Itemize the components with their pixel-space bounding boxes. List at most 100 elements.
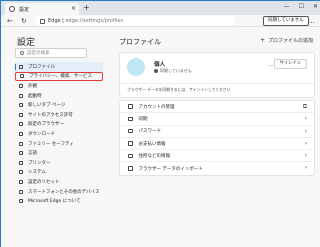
phone-icon xyxy=(19,189,23,194)
sync-status-button[interactable]: 同期していません xyxy=(263,16,309,26)
sidebar-item-privacy[interactable]: プライバシー、検索、サービス xyxy=(15,71,103,82)
key-icon xyxy=(128,128,133,134)
sidebar-item-label: Microsoft Edge について xyxy=(28,199,81,205)
sidebar-item-label: 既定のブラウザー xyxy=(28,122,64,128)
sidebar-item-site-permissions[interactable]: サイトのアクセス許可 xyxy=(15,110,103,120)
address-text: Edge | edge://settings/profiles xyxy=(48,18,123,24)
sidebar-item-printers[interactable]: プリンター xyxy=(15,158,103,168)
import-icon xyxy=(128,166,133,171)
sidebar-item-system[interactable]: システム xyxy=(15,168,103,178)
settings-main: プロファイル + プロファイルの追加 個人 同期していません … サインイン ブラ… xyxy=(105,27,320,247)
site-permissions-icon xyxy=(19,112,23,117)
card-icon xyxy=(128,141,133,146)
row-payment-info[interactable]: お支払い情報 › xyxy=(120,138,314,151)
sidebar-item-label: ダウンロード xyxy=(28,131,55,137)
sidebar-item-label: 新しいタブ ページ xyxy=(28,103,66,109)
sidebar-item-downloads[interactable]: ダウンロード xyxy=(15,129,103,139)
sidebar-item-label: スマートフォンとその他のデバイス xyxy=(28,189,100,195)
row-label: お支払い情報 xyxy=(138,141,166,147)
avatar xyxy=(127,58,145,76)
sidebar-item-reset[interactable]: 設定のリセット xyxy=(15,177,103,187)
row-label: ブラウザー データのインポート xyxy=(138,166,203,172)
profile-status: 同期していません xyxy=(154,68,192,74)
not-synced-icon xyxy=(154,69,158,73)
sign-in-button[interactable]: サインイン xyxy=(273,59,307,69)
profile-status-text: 同期していません xyxy=(160,68,192,73)
reset-icon xyxy=(19,179,23,184)
language-icon xyxy=(19,151,23,156)
sync-note: ブラウザー データを同期するには、サインインしてください xyxy=(127,87,231,92)
sidebar-nav: プロファイル プライバシー、検索、サービス 外観 起動時 新しいタブ ページ サ… xyxy=(15,62,103,206)
sidebar-item-label: プロファイル xyxy=(28,64,55,70)
sidebar-item-label: サイトのアクセス許可 xyxy=(28,112,73,118)
lock-icon xyxy=(20,74,24,79)
sidebar-item-profiles[interactable]: プロファイル xyxy=(15,62,103,72)
row-import-data[interactable]: ブラウザー データのインポート › xyxy=(120,162,314,174)
sidebar-item-about[interactable]: Microsoft Edge について xyxy=(15,196,103,206)
row-sync[interactable]: 同期 › xyxy=(120,113,314,126)
sidebar-item-label: システム xyxy=(28,170,46,176)
gear-icon xyxy=(9,6,15,12)
url-path: edge://settings/profiles xyxy=(65,18,124,24)
profile-settings-list: アカウントの管理 ⧉ 同期 › パスワード › お支払い情報 › 住所などの情報 › ブラ… xyxy=(119,100,315,176)
person-icon xyxy=(19,64,23,69)
settings-sidebar: 設定 設定の検索 プロファイル プライバシー、検索、サービス 外観 起動時 新し… xyxy=(1,27,105,247)
sidebar-item-family-safety[interactable]: ファミリー セーフティ xyxy=(15,139,103,149)
new-tab-icon xyxy=(19,103,23,108)
system-icon xyxy=(19,170,23,175)
account-icon xyxy=(128,104,133,109)
tab-strip: 設定 × + — ☐ ✕ xyxy=(1,1,320,15)
chevron-right-icon: › xyxy=(304,139,307,147)
address-toolbar: ← ↻ Edge | edge://settings/profiles 同期して… xyxy=(1,15,320,27)
sidebar-item-new-tab[interactable]: 新しいタブ ページ xyxy=(15,100,103,110)
row-label: アカウントの管理 xyxy=(138,104,175,110)
new-tab-button[interactable]: + xyxy=(83,3,90,13)
row-label: 同期 xyxy=(138,116,148,122)
sidebar-item-default-browser[interactable]: 既定のブラウザー xyxy=(15,120,103,130)
download-icon xyxy=(19,131,23,136)
row-addresses[interactable]: 住所などの情報 › xyxy=(120,150,314,163)
profile-card: 個人 同期していません … サインイン ブラウザー データを同期するには、サイン… xyxy=(119,52,315,98)
address-icon xyxy=(128,153,133,159)
browser-window: 設定 × + — ☐ ✕ ← ↻ Edge | edge://settings/… xyxy=(0,0,320,247)
add-profile-button[interactable]: + プロファイルの追加 xyxy=(260,37,313,44)
appearance-icon xyxy=(19,83,23,88)
profile-more-button[interactable]: … xyxy=(268,62,273,68)
edge-icon xyxy=(40,18,45,24)
tab-settings[interactable]: 設定 × xyxy=(5,3,79,15)
divider xyxy=(120,83,314,84)
sidebar-item-appearance[interactable]: 外観 xyxy=(15,81,103,91)
chevron-right-icon: › xyxy=(304,127,307,135)
sidebar-title: 設定 xyxy=(17,38,36,48)
more-menu-button[interactable]: … xyxy=(308,16,315,26)
row-label: パスワード xyxy=(138,129,162,135)
search-input[interactable]: 設定の検索 xyxy=(15,48,87,58)
maximize-button[interactable]: ☐ xyxy=(299,3,304,10)
search-placeholder: 設定の検索 xyxy=(27,51,50,56)
back-button[interactable]: ← xyxy=(7,16,13,26)
external-link-icon: ⧉ xyxy=(302,103,307,110)
sidebar-item-languages[interactable]: 言語 xyxy=(15,148,103,158)
minimize-button[interactable]: — xyxy=(284,3,290,10)
chevron-right-icon: › xyxy=(304,164,307,172)
sidebar-item-label: 設定のリセット xyxy=(28,179,60,185)
refresh-button[interactable]: ↻ xyxy=(21,16,27,26)
plus-icon: + xyxy=(259,37,265,44)
sidebar-item-on-startup[interactable]: 起動時 xyxy=(15,91,103,101)
edge-icon xyxy=(19,199,23,204)
url-prefix: Edge | xyxy=(48,18,66,24)
address-bar[interactable]: Edge | edge://settings/profiles xyxy=(35,16,235,26)
row-manage-account[interactable]: アカウントの管理 ⧉ xyxy=(120,101,314,114)
tab-close-button[interactable]: × xyxy=(71,5,76,13)
sidebar-item-label: ファミリー セーフティ xyxy=(28,141,74,147)
sidebar-item-devices[interactable]: スマートフォンとその他のデバイス xyxy=(15,187,103,197)
tab-title: 設定 xyxy=(19,6,30,13)
chevron-right-icon: › xyxy=(304,115,307,123)
sidebar-item-label: 外観 xyxy=(28,83,37,89)
sidebar-item-label: プライバシー、検索、サービス xyxy=(29,74,92,80)
close-window-button[interactable]: ✕ xyxy=(313,3,318,10)
search-icon xyxy=(20,51,24,55)
row-passwords[interactable]: パスワード › xyxy=(120,126,314,138)
browser-icon xyxy=(19,122,23,127)
power-icon xyxy=(19,93,23,98)
